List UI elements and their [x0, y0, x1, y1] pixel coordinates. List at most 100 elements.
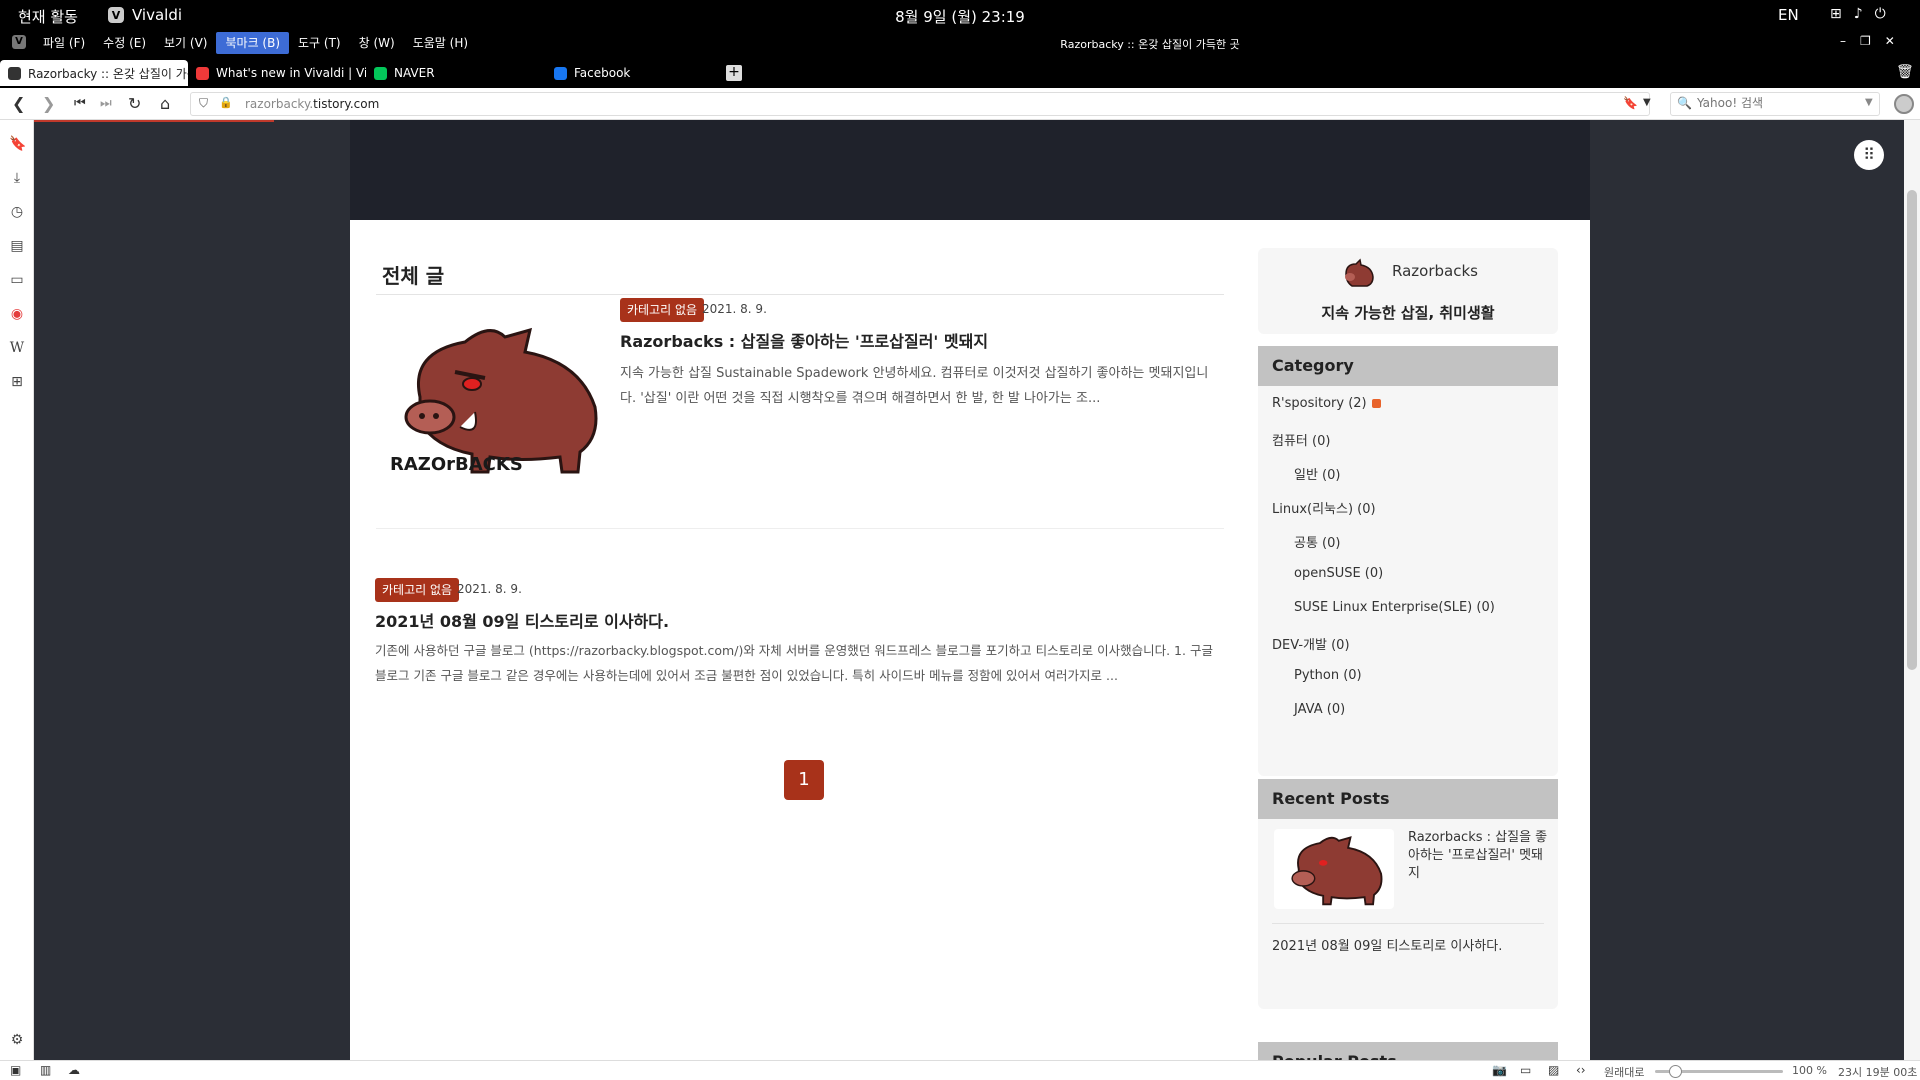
page-scrollbar[interactable] — [1904, 120, 1920, 1060]
url-field[interactable]: ⛉ 🔒 razorbacky.tistory.com 🔖 ▼ — [190, 92, 1651, 116]
trash-icon[interactable]: 🗑 — [1896, 64, 1914, 80]
search-input[interactable] — [1697, 96, 1857, 110]
pagination-page-button[interactable]: 1 — [784, 760, 824, 800]
browser-tab[interactable]: Facebook — [546, 60, 726, 86]
forward-icon[interactable]: ❯ — [42, 94, 55, 113]
address-bar: ❮ ❯ ⏮ ⏭ ↻ ⌂ ⛉ 🔒 razorbacky.tistory.com 🔖… — [0, 88, 1920, 120]
settings-gear-icon[interactable]: ⚙ — [9, 1032, 25, 1048]
restore-icon[interactable]: ❐ — [1860, 34, 1871, 48]
reload-icon[interactable]: ↻ — [128, 94, 141, 113]
add-panel-icon[interactable]: ⊞ — [9, 374, 25, 390]
wikipedia-panel-icon[interactable]: W — [9, 340, 25, 356]
tab-label: NAVER — [394, 66, 435, 80]
search-icon: 🔍 — [1677, 96, 1692, 110]
vivaldi-panel-icon[interactable]: ◉ — [9, 306, 25, 322]
post-title-link[interactable]: Razorbacks : 삽질을 좋아하는 '프로삽질러' 멧돼지 — [620, 328, 988, 352]
sync-cloud-icon[interactable]: ☁ — [68, 1063, 80, 1077]
profile-description: 지속 가능한 삽질, 취미생활 — [1321, 304, 1495, 322]
bookmark-icon[interactable]: 🔖 — [1623, 96, 1638, 110]
rewind-icon[interactable]: ⏮ — [74, 96, 86, 111]
power-icon: ⏻ — [1874, 6, 1886, 22]
category-link[interactable]: R'spository (2) — [1272, 396, 1381, 411]
bookmarks-panel-icon[interactable]: 🔖 — [9, 136, 26, 152]
browser-tab[interactable]: NAVER — [366, 60, 546, 86]
shield-icon[interactable]: ⛉ — [199, 96, 208, 111]
activities-button[interactable]: 현재 활동 — [18, 6, 78, 27]
fast-forward-icon[interactable]: ⏭ — [100, 96, 112, 111]
input-language[interactable]: EN — [1778, 6, 1799, 24]
window-panel-icon[interactable]: ▭ — [9, 272, 25, 288]
recent-post-link[interactable]: Razorbacks : 삽질을 좋아하는 '프로삽질러' 멧돼지 — [1408, 829, 1548, 883]
post-excerpt[interactable]: 기존에 사용하던 구글 블로그 (https://razorbacky.blog… — [375, 638, 1223, 688]
close-icon[interactable]: ✕ — [1885, 34, 1895, 48]
menu-item[interactable]: 파일 (F) — [34, 32, 94, 54]
url-subdomain: razorbacky. — [245, 97, 314, 111]
system-tray[interactable]: ⊞ ♪ ⏻ — [1830, 6, 1886, 22]
rss-icon[interactable] — [1371, 399, 1381, 408]
post-category-badge[interactable]: 카테고리 없음 — [620, 298, 705, 322]
menu-items: 파일 (F) 수정 (E) 보기 (V) 북마크 (B) 도구 (T) 창 (W) 도움말 … — [34, 32, 477, 54]
grid-menu-icon[interactable]: ⠿ — [1854, 140, 1884, 170]
capture-icon[interactable]: 📷 — [1492, 1063, 1507, 1077]
search-engine-dropdown-icon[interactable]: ▼ — [1865, 97, 1873, 108]
minimize-icon[interactable]: – — [1840, 34, 1846, 48]
url-dropdown-icon[interactable]: ▼ — [1643, 97, 1651, 108]
boar-mascot-icon — [1291, 836, 1383, 906]
search-field[interactable]: 🔍 ▼ — [1670, 92, 1880, 116]
browser-tab[interactable]: Razorbacky :: 온갖 삽질이 가득 — [0, 60, 188, 86]
category-link[interactable]: Linux(리눅스) (0) — [1272, 498, 1376, 517]
lock-icon: 🔒 — [219, 96, 233, 109]
recent-divider — [1272, 923, 1544, 924]
menu-item[interactable]: 보기 (V) — [155, 32, 216, 54]
category-link[interactable]: DEV-개발 (0) — [1272, 634, 1350, 653]
image-toggle-icon[interactable]: ▨ — [1548, 1063, 1559, 1077]
new-tab-icon[interactable]: + — [726, 65, 742, 81]
category-link[interactable]: JAVA (0) — [1294, 702, 1345, 717]
url-domain: tistory.com — [313, 97, 380, 111]
post-category-badge[interactable]: 카테고리 없음 — [375, 578, 460, 602]
panel-toggle-icon[interactable]: ▣ — [10, 1063, 21, 1077]
profile-name[interactable]: Razorbacks — [1392, 262, 1478, 280]
svg-text:RAZOrBACKS: RAZOrBACKS — [390, 454, 523, 475]
category-link[interactable]: 공통 (0) — [1294, 532, 1340, 551]
category-link[interactable]: SUSE Linux Enterprise(SLE) (0) — [1294, 600, 1495, 615]
back-icon[interactable]: ❮ — [12, 94, 25, 113]
browser-tab[interactable]: What's new in Vivaldi | Viva — [188, 60, 366, 86]
category-label: 컴퓨터 (0) — [1272, 434, 1331, 449]
category-link[interactable]: openSUSE (0) — [1294, 566, 1383, 581]
menu-item[interactable]: 창 (W) — [350, 32, 404, 54]
home-icon[interactable]: ⌂ — [160, 94, 170, 113]
recent-post-thumbnail[interactable] — [1274, 829, 1394, 909]
profile-avatar-icon[interactable] — [1342, 256, 1376, 290]
clock[interactable]: 8월 9일 (월) 23:19 — [0, 6, 1920, 27]
post-excerpt[interactable]: 지속 가능한 삽질 Sustainable Spadework 안녕하세요. 컴… — [620, 361, 1220, 411]
menu-item[interactable]: 북마크 (B) — [216, 32, 290, 54]
post-thumbnail[interactable]: RAZOrBACKS — [380, 312, 610, 482]
category-link[interactable]: Python (0) — [1294, 668, 1362, 683]
tile-view-icon[interactable]: ▥ — [40, 1063, 51, 1077]
category-link[interactable]: 컴퓨터 (0) — [1272, 430, 1330, 449]
zoom-slider[interactable] — [1655, 1065, 1783, 1078]
recent-post-link[interactable]: 2021년 08월 09일 티스토리로 이사하다. — [1272, 935, 1502, 954]
page-actions-icon[interactable]: ‹› — [1576, 1063, 1586, 1077]
menu-item[interactable]: 수정 (E) — [94, 32, 155, 54]
profile-avatar-icon[interactable] — [1894, 94, 1914, 114]
category-link[interactable]: 일반 (0) — [1294, 464, 1340, 483]
menu-item[interactable]: 도구 (T) — [289, 32, 350, 54]
blog-header-banner — [350, 120, 1590, 220]
menu-item[interactable]: 도움말 (H) — [404, 32, 477, 54]
post-title-link[interactable]: 2021년 08월 09일 티스토리로 이사하다. — [375, 608, 669, 632]
downloads-panel-icon[interactable]: ⤓ — [9, 170, 25, 186]
zoom-slider-knob[interactable] — [1669, 1065, 1682, 1078]
app-menu[interactable]: V Vivaldi — [108, 6, 182, 24]
zoom-reset-button[interactable]: 원래대로 — [1604, 1064, 1644, 1080]
scrollbar-thumb[interactable] — [1907, 190, 1917, 670]
history-panel-icon[interactable]: ◷ — [9, 204, 25, 220]
category-heading: Category — [1258, 346, 1558, 386]
notes-panel-icon[interactable]: ▤ — [9, 238, 25, 254]
vivaldi-menu-icon[interactable]: V — [12, 35, 26, 49]
tiling-icon[interactable]: ▭ — [1520, 1063, 1531, 1077]
vivaldi-icon — [196, 66, 209, 80]
category-label: JAVA (0) — [1294, 702, 1346, 717]
web-view: 전체 글 RAZOrBACKS 카테고리 없음 2021. 8. 9. Razo… — [34, 120, 1920, 1060]
